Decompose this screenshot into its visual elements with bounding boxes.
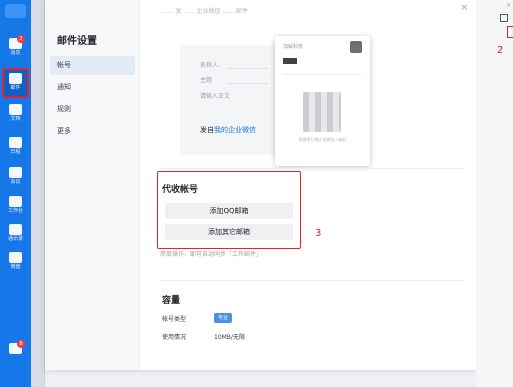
nav-drive[interactable]: 微盘 [2, 249, 29, 279]
layout-icon[interactable] [500, 14, 508, 22]
usage-value: 10MB/无限 [214, 334, 245, 341]
qr-code-icon [303, 92, 341, 132]
drive-icon [9, 252, 22, 263]
preview-signature: 发自我的企业微信 [200, 125, 256, 135]
right-area [476, 0, 513, 387]
nav-docs[interactable]: 文档 [2, 101, 29, 131]
annotation-box-2 [507, 26, 513, 38]
bottom-badge: 8 [17, 340, 25, 348]
nav-bottom-app[interactable]: 8 [2, 340, 29, 370]
nav-calendar[interactable]: 日程 [2, 134, 29, 164]
top-description: ...... 发 ...... 企业微信 ...... 邮件 [162, 8, 248, 15]
document-icon [9, 104, 22, 115]
qr-popup: 加解科技 用微信扫描企业微信二维码 [275, 36, 370, 166]
calendar-icon [9, 137, 22, 148]
annotation-2: 2 [497, 45, 504, 56]
app-sidebar: 消息 2 邮件 文档 日程 会议 工作台 通讯录 微盘 8 [0, 0, 31, 387]
unread-badge: 2 [17, 35, 25, 43]
avatar [350, 41, 362, 53]
preview-subject-label: 主题 [200, 77, 213, 84]
preview-from-label: 名称人: [200, 62, 221, 69]
popup-note: 用微信扫描企业微信二维码 [298, 137, 347, 142]
nav-workbench[interactable]: 工作台 [2, 193, 29, 223]
nav-meeting[interactable]: 会议 [2, 164, 29, 194]
nav-mail[interactable]: 邮件 [2, 68, 29, 98]
capacity-title: 容量 [162, 296, 181, 306]
mail-settings-dialog: 邮件设置 帐号 通知 规则 更多 × ...... 发 ...... 企业微信 … [45, 0, 476, 370]
contacts-icon [9, 224, 22, 235]
meeting-icon [9, 167, 22, 178]
preview-divider [228, 68, 268, 69]
popup-header: 加解科技 [283, 44, 304, 50]
section-divider [160, 168, 464, 169]
usage-label: 使用情况 [162, 334, 187, 341]
proxy-hint: 简单操作，即可自动同步「工作邮件」 [160, 251, 263, 258]
nav-messages[interactable]: 消息 2 [2, 35, 29, 65]
popup-divider [283, 74, 362, 75]
app-logo [5, 4, 26, 18]
annotation-3: 3 [315, 228, 322, 239]
preview-divider [228, 83, 268, 84]
add-other-mail-button[interactable]: 添加其它邮箱 [165, 224, 293, 240]
mail-icon [9, 73, 22, 84]
section-divider [160, 280, 464, 281]
preview-body-label: 请输入正文 [200, 93, 231, 100]
settings-nav-account[interactable]: 帐号 [50, 56, 135, 75]
settings-title: 邮件设置 [57, 36, 97, 47]
signature-link[interactable]: 我的企业微信 [214, 126, 256, 134]
list-strip [31, 0, 45, 387]
nav-contacts[interactable]: 通讯录 [2, 221, 29, 251]
settings-sidebar: 邮件设置 帐号 通知 规则 更多 [45, 0, 140, 370]
settings-nav-more[interactable]: 更多 [50, 122, 135, 141]
popup-name-block [283, 58, 297, 64]
account-type-badge: 专业 [214, 313, 232, 323]
signature-prefix: 发自 [200, 126, 214, 134]
proxy-section-title: 代收帐号 [162, 185, 199, 195]
settings-content: × ...... 发 ...... 企业微信 ...... 邮件 名称人: 主题… [140, 0, 476, 370]
account-type-label: 帐号类型 [162, 316, 187, 323]
window-close-icon[interactable]: × [506, 2, 511, 9]
settings-nav-rules[interactable]: 规则 [50, 100, 135, 119]
close-icon[interactable]: × [460, 3, 468, 13]
workbench-icon [9, 196, 22, 207]
add-qq-mail-button[interactable]: 添加QQ邮箱 [165, 203, 293, 219]
settings-nav-notify[interactable]: 通知 [50, 78, 135, 97]
